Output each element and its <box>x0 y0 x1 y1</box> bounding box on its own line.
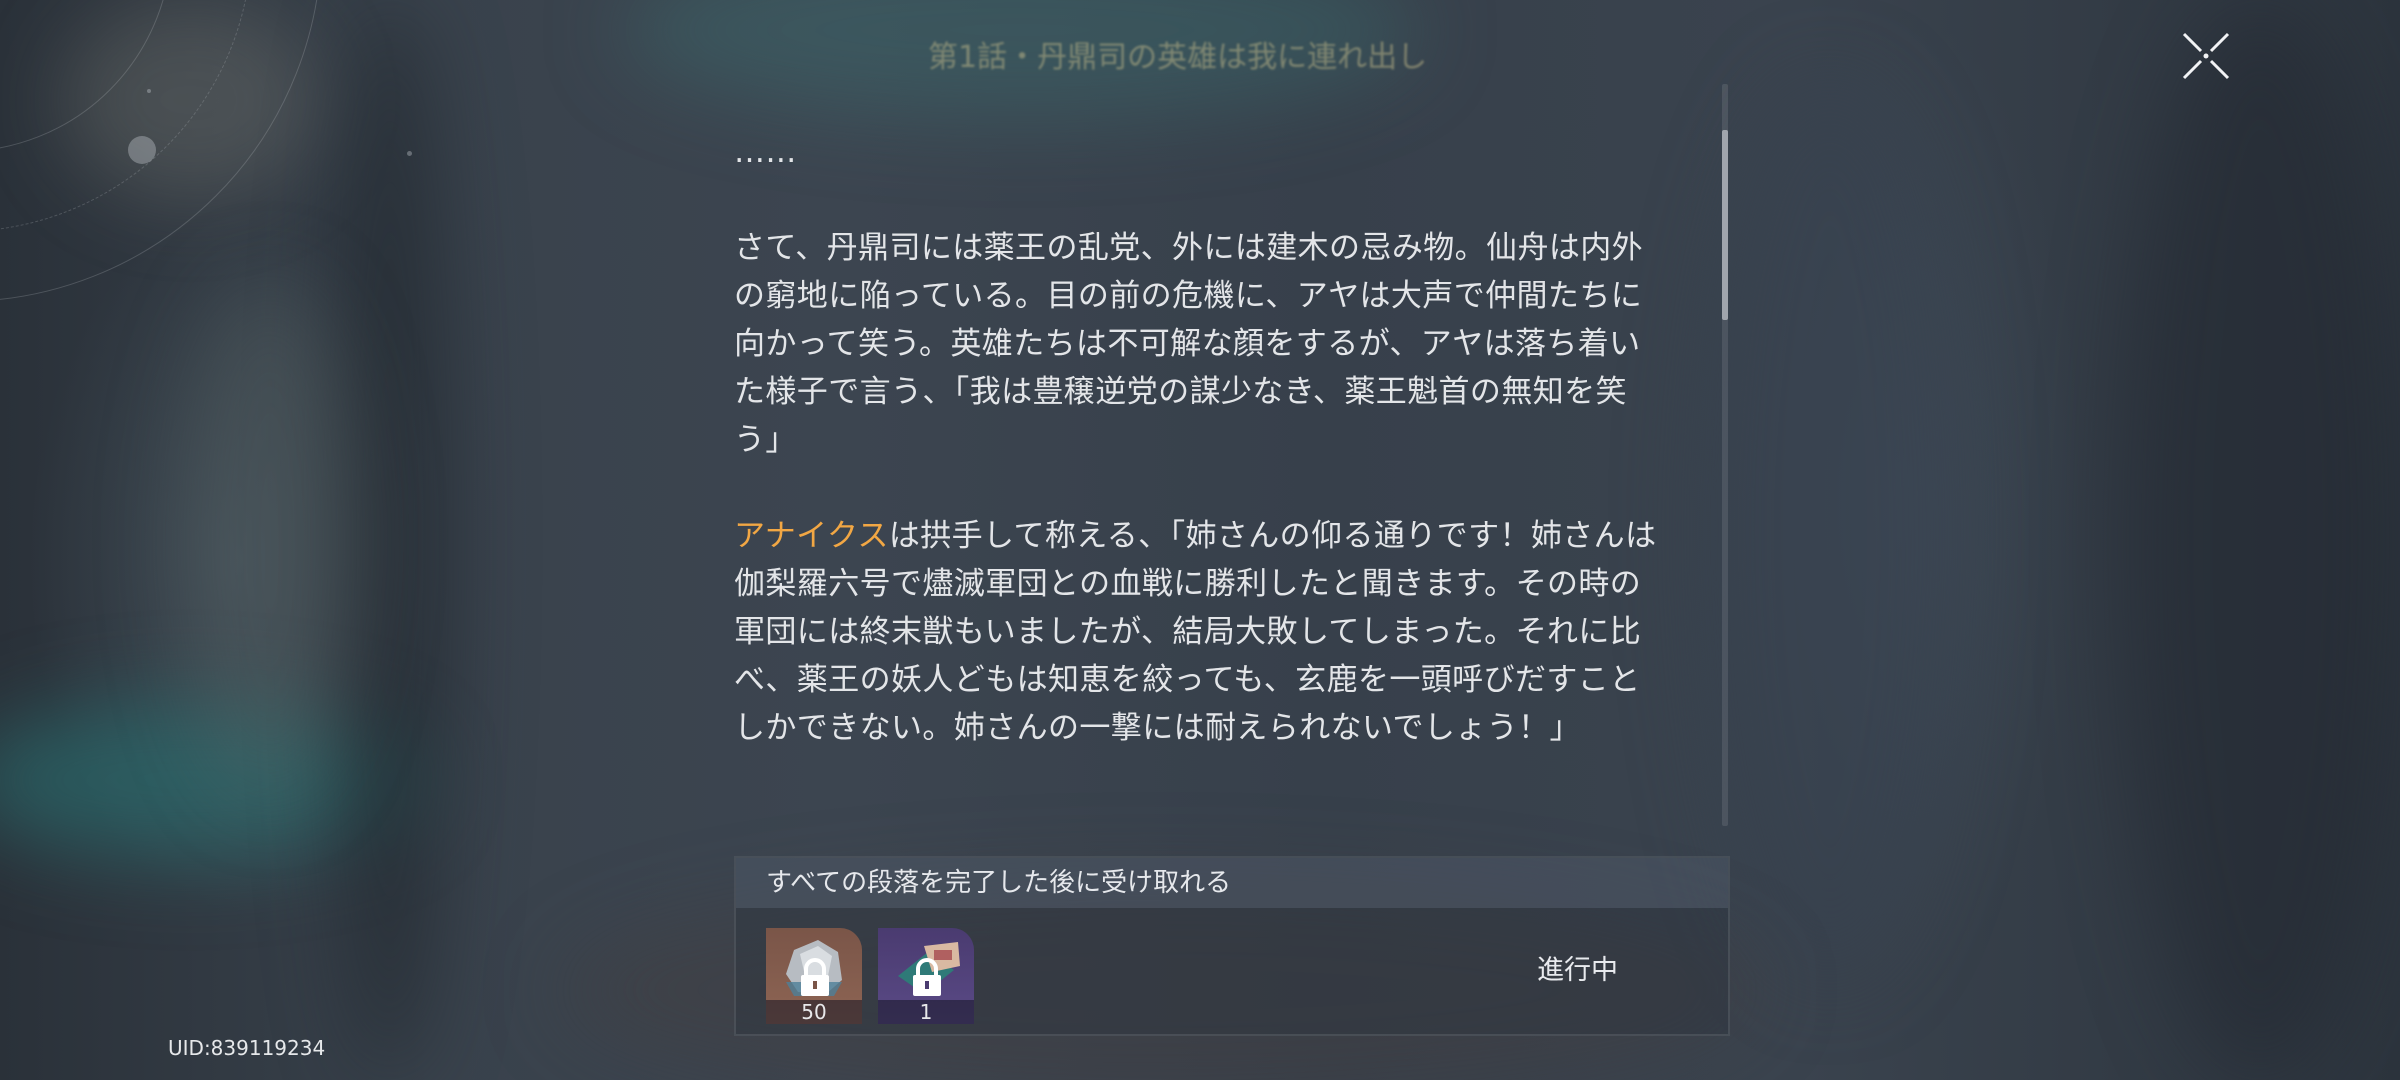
lock-icon <box>913 958 941 996</box>
highlighted-name: アナイクス <box>734 518 889 554</box>
reward-item[interactable]: 1 <box>878 928 974 1024</box>
paragraph-text: …… <box>734 134 797 170</box>
scroll-thumb[interactable] <box>1722 130 1728 320</box>
reward-header: すべての段落を完了した後に受け取れる <box>736 858 1728 908</box>
chapter-title: 第1話・丹鼎司の英雄は我に連れ出し <box>928 40 1428 72</box>
paragraph-text: さて、丹鼎司には薬王の乱党、外には建木の忌み物。仙舟は内外の窮地に陥っている。目… <box>734 230 1644 458</box>
story-paragraph: アナイクスは拱手して称える、「姉さんの仰る通りです！姉さんは伽梨羅六号で燼滅軍団… <box>734 512 1660 752</box>
story-text: …… さて、丹鼎司には薬王の乱党、外には建木の忌み物。仙舟は内外の窮地に陥っている… <box>734 128 1660 818</box>
uid-label: UID:839119234 <box>168 1036 326 1060</box>
story-paragraph: …… <box>734 128 1660 176</box>
close-icon <box>2182 32 2230 80</box>
story-paragraph: さて、丹鼎司には薬王の乱党、外には建木の忌み物。仙舟は内外の窮地に陥っている。目… <box>734 224 1660 464</box>
item-count: 1 <box>878 1000 974 1024</box>
close-button[interactable] <box>2180 30 2232 82</box>
status-label: 進行中 <box>1537 955 1618 986</box>
scrollbar[interactable] <box>1722 84 1728 826</box>
reward-panel: すべての段落を完了した後に受け取れる 50 1 進行中 <box>734 856 1730 1036</box>
lock-icon <box>801 958 829 996</box>
reward-item[interactable]: 50 <box>766 928 862 1024</box>
item-count: 50 <box>766 1000 862 1024</box>
reward-items: 50 1 <box>766 928 974 1024</box>
